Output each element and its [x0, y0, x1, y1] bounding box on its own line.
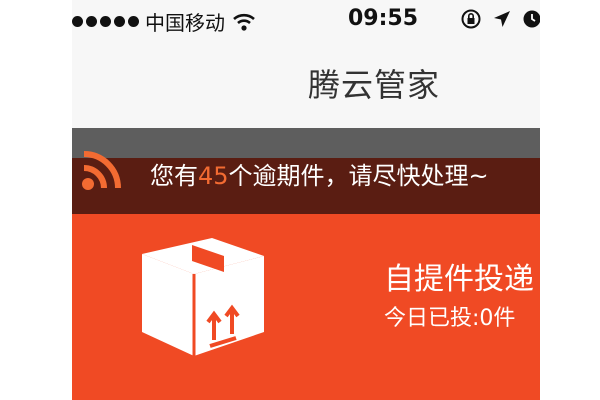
self-pickup-delivery-card[interactable]: 自提件投递 今日已投:0件 — [72, 214, 540, 400]
overdue-count: 45 — [198, 162, 229, 190]
status-bar: 中国移动 09:55 — [72, 0, 540, 40]
package-box-icon — [142, 238, 264, 356]
overdue-notice-text: 您有45个逾期件，请尽快处理~ — [150, 156, 489, 191]
status-left: 中国移动 — [72, 7, 255, 36]
rss-icon — [82, 151, 121, 190]
location-arrow-icon — [494, 11, 510, 27]
status-right — [460, 8, 540, 30]
page-title: 腾云管家 — [308, 66, 441, 104]
wifi-icon — [233, 13, 255, 31]
carrier-name: 中国移动 — [145, 11, 225, 35]
phone-screen: 中国移动 09:55 腾云管家 您有45个逾期件，请尽快处理~ 自提件投递 今日… — [72, 0, 540, 400]
card-title: 自提件投递 — [384, 262, 534, 297]
status-time: 09:55 — [348, 6, 419, 31]
navigation-bar: 腾云管家 — [72, 40, 540, 128]
notice-prefix: 您有 — [150, 162, 198, 190]
rotation-lock-icon — [461, 9, 481, 29]
signal-strength-icon — [72, 16, 139, 27]
alarm-clock-icon — [523, 10, 540, 28]
notice-suffix: 个逾期件，请尽快处理~ — [228, 162, 489, 190]
today-delivered-count: 今日已投:0件 — [384, 306, 516, 331]
